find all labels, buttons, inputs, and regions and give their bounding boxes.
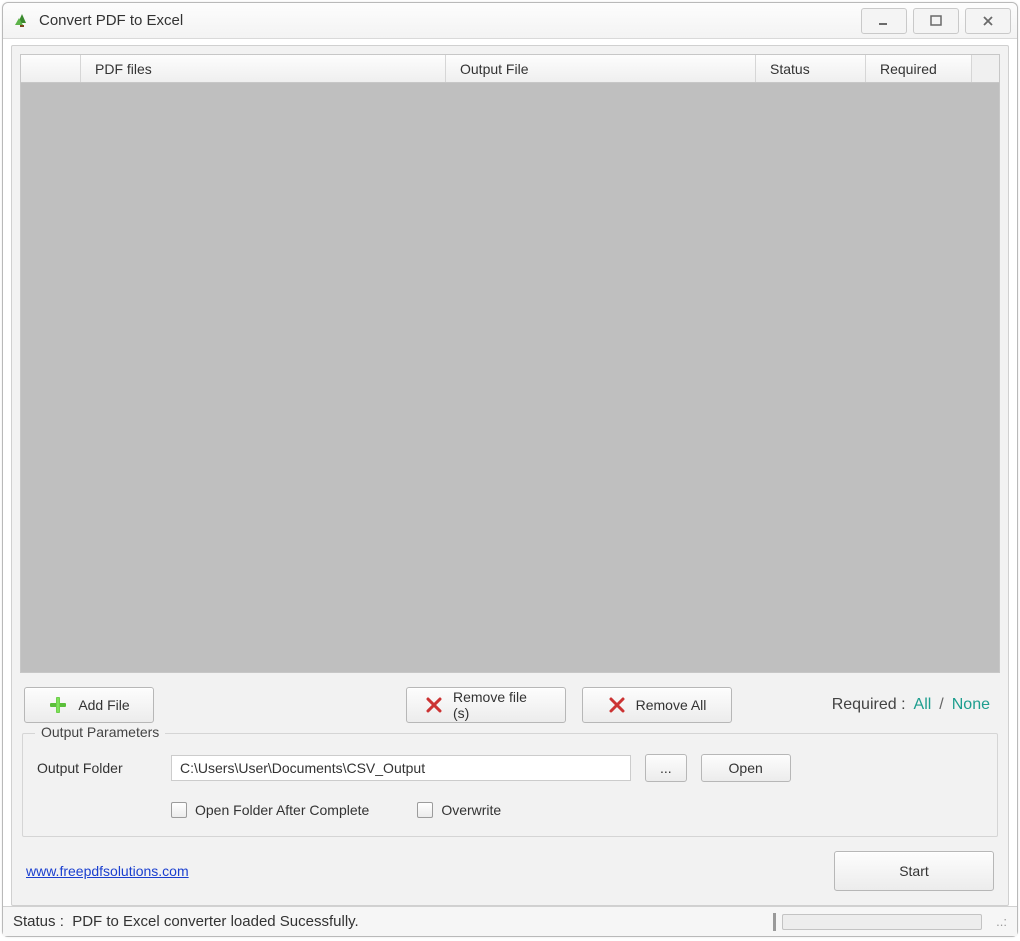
- checkbox-icon: [171, 802, 187, 818]
- col-pdf-files[interactable]: PDF files: [81, 55, 446, 82]
- output-folder-row: Output Folder ... Open: [37, 748, 983, 782]
- plus-icon: [48, 695, 68, 715]
- open-folder-button[interactable]: Open: [701, 754, 791, 782]
- client-area: PDF files Output File Status Required A: [3, 39, 1017, 906]
- close-button[interactable]: [965, 8, 1011, 34]
- required-sep: /: [939, 696, 943, 714]
- table-header: PDF files Output File Status Required: [21, 55, 999, 83]
- open-after-complete-label: Open Folder After Complete: [195, 802, 369, 818]
- required-filter: Required : All / None: [832, 696, 996, 714]
- row-handle-col: [21, 55, 81, 82]
- remove-files-label: Remove file (s): [453, 689, 547, 721]
- output-parameters-title: Output Parameters: [35, 724, 165, 740]
- browse-folder-button[interactable]: ...: [645, 754, 687, 782]
- add-file-button[interactable]: Add File: [24, 687, 154, 723]
- title-bar-controls: [861, 8, 1017, 34]
- table-body-empty: [21, 83, 999, 672]
- overwrite-checkbox[interactable]: Overwrite: [417, 802, 501, 818]
- output-parameters-group: Output Parameters Output Folder ... Open…: [22, 733, 998, 837]
- output-folder-input[interactable]: [171, 755, 631, 781]
- open-after-complete-checkbox[interactable]: Open Folder After Complete: [171, 802, 369, 818]
- start-button[interactable]: Start: [834, 851, 994, 891]
- required-all-link[interactable]: All: [914, 696, 932, 714]
- options-row: Open Folder After Complete Overwrite: [37, 782, 983, 818]
- status-progress-area: ..:: [773, 913, 1007, 931]
- title-bar: Convert PDF to Excel: [3, 3, 1017, 39]
- status-label: Status :: [13, 913, 64, 930]
- col-output-file[interactable]: Output File: [446, 55, 756, 82]
- scroll-gutter: [971, 55, 999, 82]
- window-title: Convert PDF to Excel: [39, 12, 183, 29]
- output-folder-label: Output Folder: [37, 760, 157, 776]
- maximize-button[interactable]: [913, 8, 959, 34]
- website-link[interactable]: www.freepdfsolutions.com: [26, 863, 189, 879]
- bottom-row: www.freepdfsolutions.com Start: [20, 851, 1000, 897]
- start-label: Start: [899, 863, 929, 879]
- add-file-label: Add File: [78, 697, 129, 713]
- progress-separator: [773, 913, 776, 931]
- overwrite-label: Overwrite: [441, 802, 501, 818]
- app-window: Convert PDF to Excel PDF files Output Fi…: [2, 2, 1018, 937]
- checkbox-icon: [417, 802, 433, 818]
- required-label: Required :: [832, 696, 906, 714]
- action-row: Add File Remove file (s) Remove All: [20, 673, 1000, 733]
- remove-files-button[interactable]: Remove file (s): [406, 687, 566, 723]
- required-none-link[interactable]: None: [952, 696, 990, 714]
- x-icon: [425, 696, 443, 714]
- minimize-button[interactable]: [861, 8, 907, 34]
- main-panel: PDF files Output File Status Required A: [11, 45, 1009, 906]
- col-required[interactable]: Required: [866, 55, 971, 82]
- remove-all-label: Remove All: [636, 697, 707, 713]
- app-icon: [13, 12, 31, 30]
- file-table[interactable]: PDF files Output File Status Required: [20, 54, 1000, 673]
- status-bar: Status : PDF to Excel converter loaded S…: [3, 906, 1017, 936]
- status-text: PDF to Excel converter loaded Sucessfull…: [72, 913, 359, 930]
- col-status[interactable]: Status: [756, 55, 866, 82]
- progress-bar: [782, 914, 982, 930]
- resize-grip-icon[interactable]: ..:: [996, 914, 1007, 929]
- x-icon: [608, 696, 626, 714]
- remove-all-button[interactable]: Remove All: [582, 687, 732, 723]
